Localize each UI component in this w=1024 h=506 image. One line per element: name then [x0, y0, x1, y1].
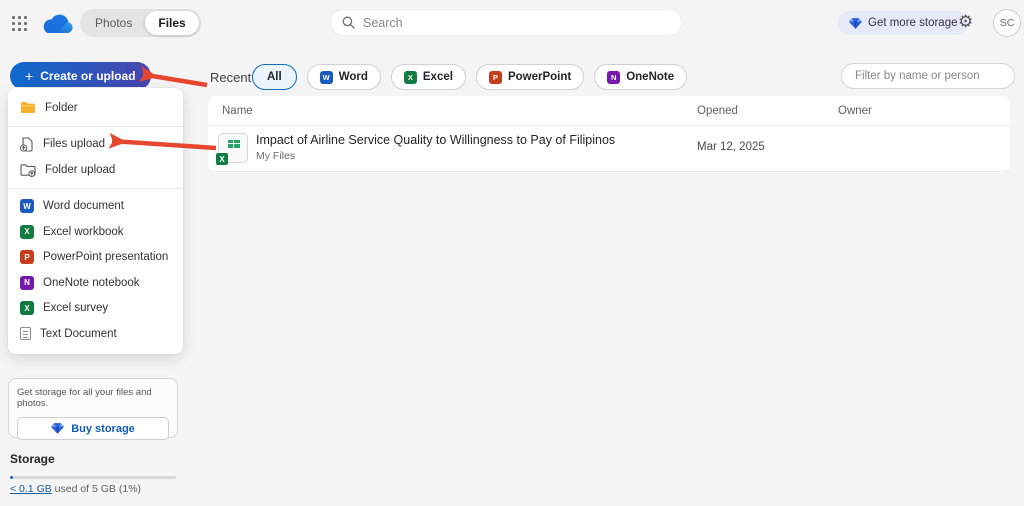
buy-storage-button[interactable]: Buy storage: [17, 417, 169, 440]
create-or-upload-label: Create or upload: [40, 69, 136, 83]
get-more-storage-label: Get more storage: [868, 17, 958, 29]
filter-pill-word[interactable]: W Word: [306, 64, 381, 90]
avatar[interactable]: SC: [993, 9, 1021, 37]
pill-label: PowerPoint: [507, 71, 572, 83]
menu-item-label: Excel workbook: [43, 225, 124, 238]
filter-pills: All W Word X Excel P PowerPoint N OneNot…: [252, 64, 688, 90]
storage-heading: Storage: [10, 452, 55, 466]
storage-promo-text: Get storage for all your files and photo…: [17, 387, 152, 409]
excel-file-icon: X: [216, 133, 248, 165]
menu-item-label: Folder: [45, 101, 78, 114]
table-row[interactable]: X Impact of Airline Service Quality to W…: [208, 126, 1010, 172]
powerpoint-icon: P: [488, 70, 502, 84]
menu-item-label: Word document: [43, 200, 124, 213]
menu-item-label: Text Document: [40, 327, 117, 340]
file-name[interactable]: Impact of Airline Service Quality to Wil…: [256, 133, 615, 147]
recent-label: Recent: [210, 70, 252, 85]
menu-item-powerpoint-presentation[interactable]: P PowerPoint presentation: [8, 245, 183, 271]
storage-promo-card: Get storage for all your files and photo…: [8, 378, 178, 440]
text-document-icon: [20, 327, 31, 341]
search-input[interactable]: [363, 15, 670, 30]
file-location: My Files: [256, 150, 296, 162]
pill-label: All: [267, 71, 282, 83]
pill-label: Word: [338, 71, 368, 83]
pill-label: OneNote: [626, 71, 675, 83]
filter-pill-all[interactable]: All: [252, 64, 297, 90]
storage-progress-fill: [10, 476, 14, 479]
menu-divider: [8, 125, 183, 127]
excel-survey-icon: X: [20, 301, 34, 316]
menu-item-folder[interactable]: Folder: [8, 95, 183, 121]
top-bar: Photos Files Get more storage ⚙ SC: [0, 0, 1024, 46]
menu-item-label: PowerPoint presentation: [43, 251, 169, 264]
search-box[interactable]: [330, 9, 682, 36]
folder-icon: [21, 102, 35, 114]
filter-pill-excel[interactable]: X Excel: [390, 64, 466, 90]
app-launcher-icon[interactable]: [12, 16, 27, 31]
gear-icon[interactable]: ⚙: [958, 12, 973, 32]
menu-item-folder-upload[interactable]: Folder upload: [8, 157, 183, 183]
menu-item-excel-survey[interactable]: X Excel survey: [8, 296, 183, 322]
menu-item-label: Folder upload: [45, 163, 116, 176]
word-icon: W: [319, 70, 333, 84]
filter-pill-onenote[interactable]: N OneNote: [594, 64, 688, 90]
search-icon: [342, 16, 355, 29]
storage-used-link[interactable]: < 0.1 GB: [10, 483, 52, 495]
onedrive-logo[interactable]: [40, 12, 76, 35]
filter-pill-powerpoint[interactable]: P PowerPoint: [475, 64, 585, 90]
column-header-name[interactable]: Name: [222, 105, 253, 117]
menu-item-label: Excel survey: [43, 302, 109, 315]
pill-label: Excel: [422, 71, 453, 83]
file-opened-date: Mar 12, 2025: [697, 141, 765, 153]
powerpoint-icon: P: [20, 250, 34, 265]
excel-icon: X: [403, 70, 417, 84]
table-header: Name Opened Owner: [208, 96, 1010, 126]
menu-divider: [8, 187, 183, 189]
buy-storage-label: Buy storage: [71, 422, 135, 435]
create-or-upload-button[interactable]: + Create or upload: [10, 62, 151, 90]
plus-icon: +: [25, 68, 34, 84]
tab-files[interactable]: Files: [145, 11, 199, 35]
column-header-opened[interactable]: Opened: [697, 105, 738, 117]
folder-upload-icon: [20, 164, 36, 177]
menu-item-files-upload[interactable]: Files upload: [8, 132, 183, 158]
filter-by-name-input[interactable]: [841, 63, 1015, 89]
storage-progress-bar: [10, 476, 176, 479]
storage-usage-text: < 0.1 GB used of 5 GB (1%): [10, 483, 141, 495]
menu-item-onenote-notebook[interactable]: N OneNote notebook: [8, 270, 183, 296]
word-icon: W: [20, 199, 34, 214]
menu-item-text-document[interactable]: Text Document: [8, 321, 183, 347]
diamond-icon: [51, 423, 65, 434]
view-toggle: Photos Files: [80, 9, 201, 37]
arrow-to-create-button: [138, 66, 208, 88]
menu-item-word-document[interactable]: W Word document: [8, 194, 183, 220]
menu-item-label: Files upload: [43, 138, 106, 151]
onenote-icon: N: [20, 275, 34, 290]
column-header-owner[interactable]: Owner: [838, 105, 872, 117]
diamond-icon: [849, 17, 862, 29]
file-upload-icon: [20, 137, 33, 152]
create-upload-dropdown: Folder Files upload Folder upload W Word…: [8, 88, 183, 354]
get-more-storage-button[interactable]: Get more storage: [838, 11, 969, 35]
menu-item-excel-workbook[interactable]: X Excel workbook: [8, 219, 183, 245]
storage-usage-rest: used of 5 GB (1%): [51, 483, 142, 495]
excel-icon: X: [20, 224, 34, 239]
recent-files-table: Name Opened Owner X Impact of Airline Se…: [208, 96, 1010, 173]
onenote-icon: N: [607, 70, 621, 84]
menu-item-label: OneNote notebook: [43, 276, 140, 289]
tab-photos[interactable]: Photos: [82, 11, 145, 35]
